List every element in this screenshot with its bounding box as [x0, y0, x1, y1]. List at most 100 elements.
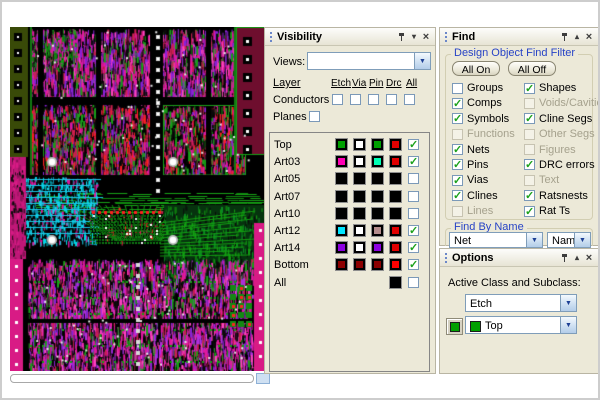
conductors-via-checkbox[interactable]: [350, 94, 361, 105]
checkbox[interactable]: [524, 190, 535, 201]
layer-header[interactable]: Layer: [273, 77, 301, 89]
color-swatch[interactable]: [353, 207, 366, 220]
color-swatch[interactable]: [371, 241, 384, 254]
filter-groups[interactable]: Groups: [452, 82, 503, 94]
all-off-button[interactable]: All Off: [508, 61, 556, 76]
active-class-combobox[interactable]: Etch: [465, 294, 577, 312]
color-swatch[interactable]: [389, 241, 402, 254]
color-swatch[interactable]: [371, 172, 384, 185]
combo-arrow-icon[interactable]: [414, 53, 430, 69]
subclass-color-button[interactable]: [446, 318, 463, 335]
chevron-up-icon[interactable]: [571, 31, 583, 43]
scrollbar-button[interactable]: [256, 373, 270, 384]
conductors-etch-checkbox[interactable]: [332, 94, 343, 105]
filter-drc-errors[interactable]: DRC errors: [524, 159, 595, 171]
color-swatch[interactable]: [371, 224, 384, 237]
color-swatch[interactable]: [389, 276, 402, 289]
color-swatch[interactable]: [353, 224, 366, 237]
checkbox[interactable]: [452, 144, 463, 155]
find-titlebar[interactable]: Find: [440, 28, 598, 46]
checkbox[interactable]: [452, 159, 463, 170]
pin-icon[interactable]: [559, 31, 571, 43]
layer-all-checkbox[interactable]: [408, 139, 419, 150]
views-combobox[interactable]: [307, 52, 431, 70]
pin-icon[interactable]: [396, 31, 408, 43]
combo-arrow-icon[interactable]: [560, 295, 576, 311]
checkbox[interactable]: [452, 113, 463, 124]
color-swatch[interactable]: [371, 155, 384, 168]
checkbox[interactable]: [524, 98, 535, 109]
col-etch[interactable]: Etch: [331, 78, 351, 89]
close-icon[interactable]: [583, 252, 595, 264]
layer-all-checkbox[interactable]: [408, 156, 419, 167]
col-via[interactable]: Via: [352, 78, 366, 89]
pcb-design-canvas[interactable]: [10, 27, 267, 371]
combo-arrow-icon[interactable]: [560, 317, 576, 333]
checkbox[interactable]: [524, 113, 535, 124]
filter-voids[interactable]: Voids/Cavities: [524, 97, 600, 109]
color-swatch[interactable]: [335, 241, 348, 254]
color-swatch[interactable]: [353, 172, 366, 185]
checkbox[interactable]: [524, 159, 535, 170]
filter-vias[interactable]: Vias: [452, 174, 488, 186]
close-icon[interactable]: [583, 31, 595, 43]
horizontal-scrollbar[interactable]: [10, 374, 254, 383]
color-swatch[interactable]: [371, 138, 384, 151]
col-all[interactable]: All: [406, 78, 417, 89]
layer-all-checkbox[interactable]: [408, 173, 419, 184]
filter-text[interactable]: Text: [524, 174, 559, 186]
checkbox[interactable]: [524, 129, 535, 140]
color-swatch[interactable]: [335, 207, 348, 220]
layer-all-checkbox[interactable]: [408, 259, 419, 270]
filter-clines[interactable]: Clines: [452, 190, 498, 202]
color-swatch[interactable]: [353, 138, 366, 151]
visibility-titlebar[interactable]: Visibility: [265, 28, 435, 46]
filter-functions[interactable]: Functions: [452, 128, 515, 140]
layer-all-checkbox[interactable]: [408, 242, 419, 253]
filter-other-segs[interactable]: Other Segs: [524, 128, 595, 140]
close-icon[interactable]: [420, 31, 432, 43]
color-swatch[interactable]: [389, 138, 402, 151]
filter-pins[interactable]: Pins: [452, 159, 488, 171]
layer-all-checkbox[interactable]: [408, 277, 419, 288]
filter-cline-segs[interactable]: Cline Segs: [524, 113, 592, 125]
pin-icon[interactable]: [559, 252, 571, 264]
checkbox[interactable]: [452, 83, 463, 94]
subclass-combobox[interactable]: Top: [465, 316, 577, 334]
find-by-name-type-combobox[interactable]: Net: [449, 232, 543, 248]
color-swatch[interactable]: [335, 190, 348, 203]
color-swatch[interactable]: [335, 258, 348, 271]
filter-figures[interactable]: Figures: [524, 144, 576, 156]
checkbox[interactable]: [524, 83, 535, 94]
chevron-up-icon[interactable]: [571, 252, 583, 264]
filter-ratsnests[interactable]: Ratsnests: [524, 190, 588, 202]
col-drc[interactable]: Drc: [386, 78, 402, 89]
layer-all-checkbox[interactable]: [408, 225, 419, 236]
color-swatch[interactable]: [335, 224, 348, 237]
checkbox[interactable]: [452, 129, 463, 140]
planes-checkbox[interactable]: [309, 111, 320, 122]
color-swatch[interactable]: [335, 138, 348, 151]
combo-arrow-icon[interactable]: [526, 233, 542, 247]
filter-rat-ts[interactable]: Rat Ts: [524, 205, 570, 217]
chevron-down-icon[interactable]: [408, 31, 420, 43]
color-swatch[interactable]: [371, 207, 384, 220]
checkbox[interactable]: [524, 175, 535, 186]
color-swatch[interactable]: [353, 190, 366, 203]
col-pin[interactable]: Pin: [369, 78, 383, 89]
options-titlebar[interactable]: Options: [440, 249, 598, 267]
color-swatch[interactable]: [371, 190, 384, 203]
combo-arrow-icon[interactable]: [574, 233, 590, 247]
color-swatch[interactable]: [353, 241, 366, 254]
all-on-button[interactable]: All On: [452, 61, 500, 76]
color-swatch[interactable]: [335, 155, 348, 168]
layer-all-checkbox[interactable]: [408, 208, 419, 219]
color-swatch[interactable]: [389, 155, 402, 168]
color-swatch[interactable]: [335, 172, 348, 185]
filter-lines[interactable]: Lines: [452, 205, 493, 217]
color-swatch[interactable]: [389, 207, 402, 220]
checkbox[interactable]: [524, 206, 535, 217]
conductors-pin-checkbox[interactable]: [368, 94, 379, 105]
color-swatch[interactable]: [389, 258, 402, 271]
checkbox[interactable]: [452, 175, 463, 186]
